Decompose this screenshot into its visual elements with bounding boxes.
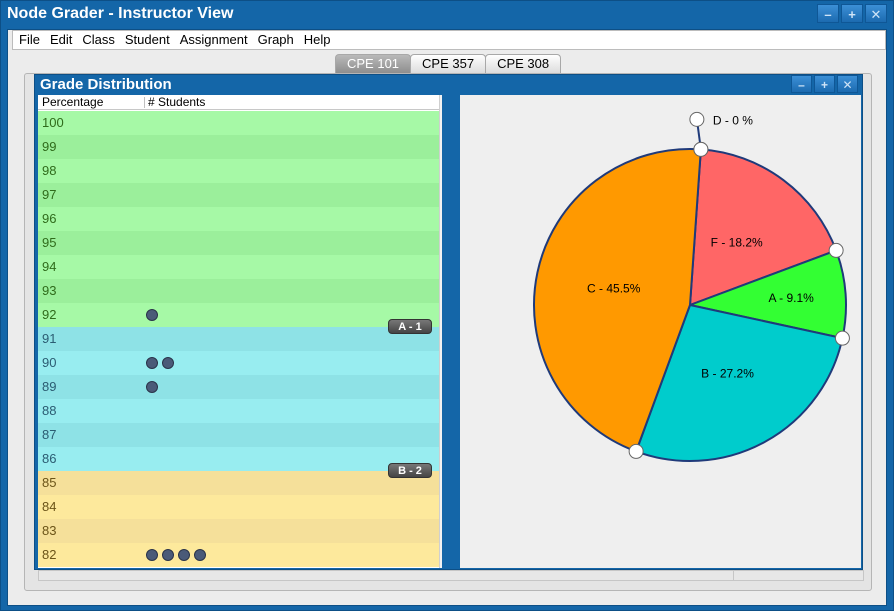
row-percentage: 96 <box>42 211 57 226</box>
slice-label: B - 27.2% <box>701 366 754 380</box>
menu-graph[interactable]: Graph <box>253 31 299 49</box>
menu-file[interactable]: File <box>13 31 45 49</box>
list-header: Percentage # Students <box>38 95 439 110</box>
table-row[interactable]: 97 <box>38 183 439 207</box>
student-dot[interactable] <box>146 381 158 393</box>
class-tabs: CPE 101 CPE 357 CPE 308 <box>335 54 562 73</box>
pie-chart: D - 0 % F - 18.2% A - 9.1% B - 27.2% C - 45.… <box>533 111 850 462</box>
table-row[interactable]: 82 <box>38 543 439 567</box>
panel-close-icon[interactable]: ✕ <box>837 75 858 93</box>
menu-class[interactable]: Class <box>77 31 120 49</box>
row-percentage: 84 <box>42 499 57 514</box>
close-icon[interactable]: ✕ <box>865 4 887 23</box>
table-row[interactable]: 100 <box>38 111 439 135</box>
slice-drag-handle[interactable] <box>828 242 844 258</box>
row-percentage: 91 <box>42 331 57 346</box>
tab-cpe-357[interactable]: CPE 357 <box>410 54 487 73</box>
row-percentage: 88 <box>42 403 57 418</box>
menu-bar: File Edit Class Student Assignment Graph… <box>12 30 886 50</box>
table-row[interactable]: 86 <box>38 447 439 471</box>
row-percentage: 99 <box>42 139 57 154</box>
table-row[interactable]: 88 <box>38 399 439 423</box>
row-percentage: 82 <box>42 547 57 562</box>
table-row[interactable]: 84 <box>38 495 439 519</box>
slice-label: F - 18.2% <box>711 236 763 250</box>
table-row[interactable]: 91 <box>38 327 439 351</box>
column-header-students[interactable]: # Students <box>148 95 205 110</box>
column-header-percentage[interactable]: Percentage <box>42 95 103 110</box>
row-percentage: 87 <box>42 427 57 442</box>
client-area: File Edit Class Student Assignment Graph… <box>7 29 887 606</box>
slice-label: A - 9.1% <box>768 291 814 305</box>
table-row[interactable]: 85 <box>38 471 439 495</box>
window-title: Node Grader - Instructor View <box>7 5 234 22</box>
row-percentage: 93 <box>42 283 57 298</box>
table-row[interactable]: 92 <box>38 303 439 327</box>
table-row[interactable]: 89 <box>38 375 439 399</box>
row-percentage: 89 <box>42 379 57 394</box>
slice-drag-handle[interactable] <box>834 330 850 346</box>
panel-minimize-icon[interactable]: – <box>791 75 812 93</box>
pie-chart-area: D - 0 % F - 18.2% A - 9.1% B - 27.2% C - 45.… <box>460 95 861 568</box>
vertical-scrollbar[interactable]: ▲ ▼ <box>439 95 442 568</box>
table-row[interactable]: 96 <box>38 207 439 231</box>
status-divider <box>733 571 734 581</box>
table-row[interactable]: 94 <box>38 255 439 279</box>
tab-cpe-308[interactable]: CPE 308 <box>485 54 562 73</box>
student-dot[interactable] <box>162 549 174 561</box>
slice-label: C - 45.5% <box>587 282 641 296</box>
menu-edit[interactable]: Edit <box>45 31 77 49</box>
menu-student[interactable]: Student <box>120 31 175 49</box>
student-dots <box>146 357 174 369</box>
menu-help[interactable]: Help <box>299 31 336 49</box>
student-dots <box>146 309 158 321</box>
tab-cpe-101[interactable]: CPE 101 <box>335 54 412 73</box>
row-percentage: 92 <box>42 307 57 322</box>
slice-drag-handle[interactable] <box>628 443 644 459</box>
panel-title: Grade Distribution <box>40 76 172 93</box>
table-row[interactable]: 93 <box>38 279 439 303</box>
panel-maximize-icon[interactable]: + <box>814 75 835 93</box>
table-row[interactable]: 98 <box>38 159 439 183</box>
slice-drag-handle[interactable] <box>693 141 709 157</box>
table-row[interactable]: 99 <box>38 135 439 159</box>
row-percentage: 98 <box>42 163 57 178</box>
row-percentage: 100 <box>42 115 64 130</box>
table-row[interactable]: 95 <box>38 231 439 255</box>
row-percentage: 86 <box>42 451 57 466</box>
window-controls: – + ✕ <box>817 4 887 23</box>
student-dot[interactable] <box>162 357 174 369</box>
status-strip <box>38 570 864 581</box>
student-dot[interactable] <box>146 549 158 561</box>
maximize-icon[interactable]: + <box>841 4 863 23</box>
student-dots <box>146 549 206 561</box>
column-separator[interactable] <box>144 97 145 108</box>
minimize-icon[interactable]: – <box>817 4 839 23</box>
table-row[interactable]: 87 <box>38 423 439 447</box>
menu-assignment[interactable]: Assignment <box>175 31 253 49</box>
panel-controls: – + ✕ <box>791 75 858 93</box>
student-dot[interactable] <box>178 549 190 561</box>
grade-distribution-window: Grade Distribution – + ✕ Percentage # St… <box>34 74 863 570</box>
row-percentage: 85 <box>42 475 57 490</box>
student-dot[interactable] <box>194 549 206 561</box>
student-dot[interactable] <box>146 357 158 369</box>
slice-drag-handle[interactable] <box>689 111 705 127</box>
grade-rows: 100 99 98 97 96 95 94 93 92 91 90 89 88 87 86 85 84 83 82 A… <box>38 111 439 567</box>
row-percentage: 95 <box>42 235 57 250</box>
grade-boundary-tag[interactable]: B - 2 <box>388 463 432 478</box>
grade-boundary-tag[interactable]: A - 1 <box>388 319 432 334</box>
student-dot[interactable] <box>146 309 158 321</box>
app-window: Node Grader - Instructor View – + ✕ File… <box>0 0 894 611</box>
student-dots <box>146 381 158 393</box>
tab-panel: Grade Distribution – + ✕ Percentage # St… <box>24 73 872 591</box>
row-percentage: 97 <box>42 187 57 202</box>
row-percentage: 94 <box>42 259 57 274</box>
table-row[interactable]: 83 <box>38 519 439 543</box>
slice-label: D - 0 % <box>713 113 753 127</box>
grade-list: Percentage # Students 100 99 98 97 96 95 94 93 9… <box>38 95 442 568</box>
row-percentage: 83 <box>42 523 57 538</box>
table-row[interactable]: 90 <box>38 351 439 375</box>
row-percentage: 90 <box>42 355 57 370</box>
